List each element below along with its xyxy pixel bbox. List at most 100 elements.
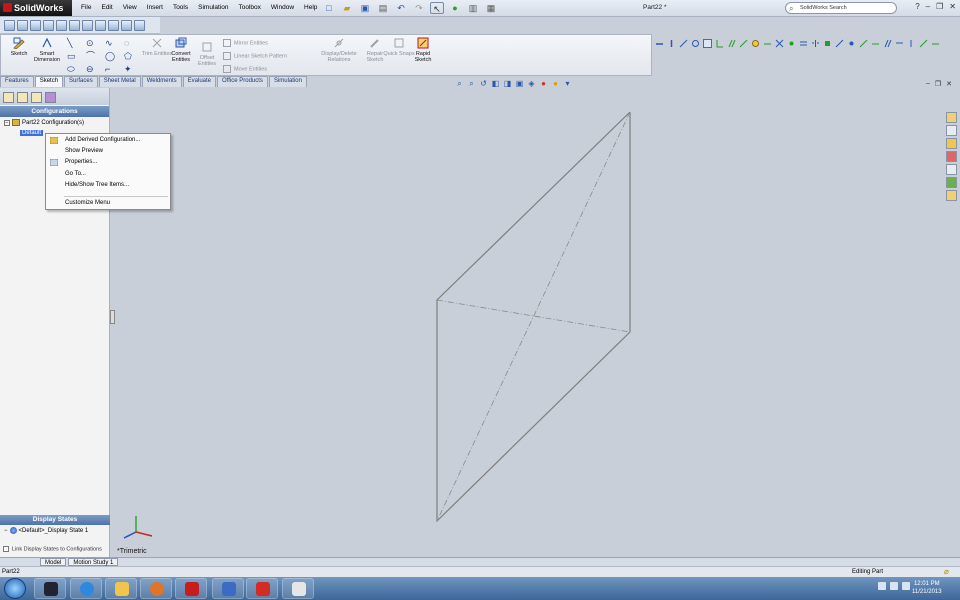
restore-icon[interactable]: ❐ bbox=[935, 80, 941, 88]
taskbar-paint[interactable] bbox=[282, 578, 314, 599]
close-icon[interactable]: ✕ bbox=[946, 80, 952, 88]
parallel-relation-icon[interactable] bbox=[727, 39, 736, 48]
collapse-icon[interactable]: − bbox=[4, 120, 10, 127]
collinear-relation-2-icon[interactable] bbox=[871, 39, 880, 48]
tab-simulation[interactable]: Simulation bbox=[268, 76, 307, 87]
rapid-sketch-button[interactable]: Rapid Sketch bbox=[407, 37, 439, 63]
menu-item-hide-show-tree-items[interactable]: Hide/Show Tree Items... bbox=[46, 180, 170, 191]
link-display-states-checkbox[interactable]: Link Display States to Configurations bbox=[3, 546, 102, 552]
centerline-diagonal[interactable] bbox=[436, 111, 631, 522]
pierce-relation-icon[interactable] bbox=[835, 39, 844, 48]
configurations-tree-root[interactable]: − Part22 Configuration(s) bbox=[4, 119, 84, 127]
close-icon[interactable]: ✕ bbox=[949, 2, 956, 11]
appearances-icon[interactable] bbox=[946, 177, 957, 188]
solidworks-resources-icon[interactable] bbox=[946, 112, 957, 123]
view-orientation-icon[interactable]: ◨ bbox=[503, 79, 512, 88]
point-icon[interactable]: ⊖ bbox=[84, 63, 103, 76]
vertical-relation-icon[interactable] bbox=[667, 39, 676, 48]
tab-office-products[interactable]: Office Products bbox=[217, 76, 268, 87]
taskbar-solidworks[interactable] bbox=[246, 578, 278, 599]
spline-icon[interactable]: ∿ bbox=[103, 37, 122, 50]
search-input[interactable]: ⌕ SolidWorks Search bbox=[785, 2, 897, 14]
propertymanager-tab-icon[interactable] bbox=[17, 92, 28, 103]
back-view-icon[interactable] bbox=[30, 19, 41, 31]
menu-edit[interactable]: Edit bbox=[96, 0, 117, 16]
linear-sketch-pattern-button[interactable]: Linear Sketch Pattern bbox=[223, 52, 287, 60]
view-selector-icon[interactable] bbox=[134, 19, 145, 31]
polygon-icon[interactable]: ⬠ bbox=[122, 50, 141, 63]
tab-evaluate[interactable]: Evaluate bbox=[182, 76, 217, 87]
menu-item-show-preview[interactable]: Show Preview bbox=[46, 146, 170, 157]
redo-icon[interactable]: ↷ bbox=[412, 2, 426, 14]
parallel-y-relation-icon[interactable] bbox=[883, 39, 892, 48]
display-style-icon[interactable]: ▣ bbox=[515, 79, 524, 88]
start-button[interactable] bbox=[4, 578, 26, 599]
horizontal-relation-icon[interactable] bbox=[655, 39, 664, 48]
zoom-to-fit-icon[interactable]: ⌕ bbox=[455, 79, 464, 88]
slot-icon[interactable]: ⬭ bbox=[65, 63, 84, 76]
tangent-relation-icon[interactable] bbox=[739, 39, 748, 48]
menu-help[interactable]: Help bbox=[299, 0, 322, 16]
solidworks-logo[interactable]: SolidWorks bbox=[0, 0, 72, 16]
perpendicular-relation-icon[interactable] bbox=[715, 39, 724, 48]
panel-splitter[interactable] bbox=[110, 310, 115, 324]
tab-motion-study-1[interactable]: Motion Study 1 bbox=[68, 558, 119, 566]
custom-properties-icon[interactable] bbox=[946, 190, 957, 201]
taskbar-acrobat[interactable] bbox=[175, 578, 207, 599]
file-properties-icon[interactable]: ▥ bbox=[466, 2, 480, 14]
sketch-geometry[interactable] bbox=[111, 88, 960, 557]
circle-icon[interactable]: ⊙ bbox=[84, 37, 103, 50]
search-results-icon[interactable] bbox=[946, 151, 957, 162]
dimetric-view-icon[interactable] bbox=[121, 19, 132, 31]
menu-window[interactable]: Window bbox=[266, 0, 299, 16]
fix-relation-icon[interactable] bbox=[823, 39, 832, 48]
mirror-entities-button[interactable]: Mirror Entities bbox=[223, 39, 268, 47]
dimxpert-tab-icon[interactable] bbox=[45, 92, 56, 103]
view-settings-icon[interactable]: ▾ bbox=[563, 79, 572, 88]
tab-sheet-metal[interactable]: Sheet Metal bbox=[98, 76, 141, 87]
menu-item-customize-menu[interactable]: Customize Menu bbox=[46, 198, 170, 209]
along-z-relation-icon[interactable] bbox=[919, 39, 928, 48]
view-palette-icon[interactable] bbox=[946, 164, 957, 175]
configurationmanager-tab-icon[interactable] bbox=[31, 92, 42, 103]
text-icon[interactable]: ✦ bbox=[122, 63, 141, 76]
new-document-icon[interactable]: □ bbox=[322, 2, 336, 14]
hide-show-items-icon[interactable]: ◈ bbox=[527, 79, 536, 88]
save-icon[interactable]: ▣ bbox=[358, 2, 372, 14]
front-view-icon[interactable] bbox=[17, 19, 28, 31]
display-state-item[interactable]: − <Default>_Display State 1 bbox=[4, 527, 88, 534]
fillet-icon[interactable]: ⌐ bbox=[103, 63, 122, 76]
undo-icon[interactable]: ↶ bbox=[394, 2, 408, 14]
trimetric-view-icon[interactable] bbox=[108, 19, 119, 31]
menu-simulation[interactable]: Simulation bbox=[193, 0, 233, 16]
taskbar-firefox[interactable] bbox=[140, 578, 172, 599]
minimize-icon[interactable]: – bbox=[926, 2, 930, 11]
right-view-icon[interactable] bbox=[56, 19, 67, 31]
tab-sketch[interactable]: Sketch bbox=[34, 76, 64, 87]
smart-select-icon[interactable]: ◌ bbox=[122, 37, 141, 50]
edit-appearance-icon[interactable]: ● bbox=[539, 79, 548, 88]
extra-relation-icon[interactable] bbox=[931, 39, 940, 48]
move-entities-button[interactable]: Move Entities bbox=[223, 65, 267, 73]
help-icon[interactable]: ⌀ bbox=[944, 567, 949, 576]
featuremanager-tab-icon[interactable] bbox=[3, 92, 14, 103]
collinear-relation-icon[interactable] bbox=[679, 39, 688, 48]
configuration-default[interactable]: Default bbox=[20, 130, 44, 136]
restore-icon[interactable]: ❐ bbox=[936, 2, 943, 11]
graphics-area[interactable] bbox=[111, 88, 960, 557]
menu-toolbox[interactable]: Toolbox bbox=[233, 0, 265, 16]
options-icon[interactable]: ▦ bbox=[484, 2, 498, 14]
taskbar-internet-explorer[interactable] bbox=[70, 578, 102, 599]
help-icon[interactable]: ? bbox=[915, 2, 919, 11]
checkbox-icon[interactable] bbox=[3, 546, 9, 552]
tray-network-icon[interactable] bbox=[890, 582, 898, 590]
symmetric-relation-icon[interactable] bbox=[811, 39, 820, 48]
design-library-icon[interactable] bbox=[946, 125, 957, 136]
collapse-icon[interactable]: − bbox=[4, 528, 8, 534]
coradial-relation-icon[interactable] bbox=[691, 39, 700, 48]
intersection-relation-icon[interactable] bbox=[775, 39, 784, 48]
tab-weldments[interactable]: Weldments bbox=[141, 76, 182, 87]
tray-volume-icon[interactable] bbox=[902, 582, 910, 590]
clock[interactable]: 12:01 PM 11/21/2013 bbox=[912, 580, 942, 596]
select-arrow-icon[interactable]: ↖ bbox=[430, 2, 444, 14]
